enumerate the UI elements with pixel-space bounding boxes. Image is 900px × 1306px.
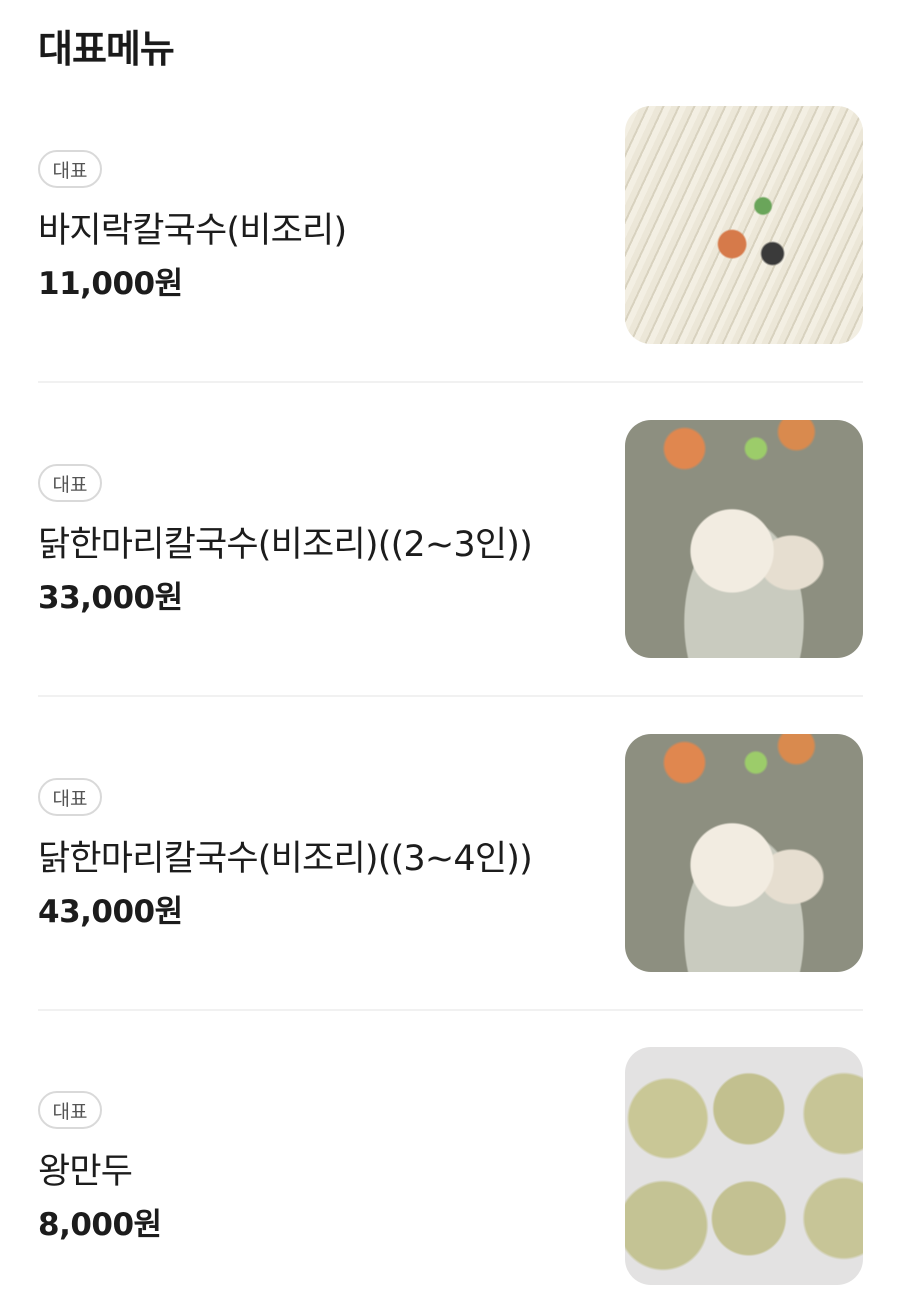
menu-item-price: 43,000원 <box>38 894 183 930</box>
menu-item-wang-mandu[interactable]: 대표 왕만두 8,000원 <box>38 1047 863 1287</box>
divider <box>38 381 863 383</box>
menu-item-name: 닭한마리칼국수(비조리)((2~3인)) <box>38 525 533 565</box>
menu-item-price: 8,000원 <box>38 1207 162 1243</box>
signature-badge: 대표 <box>38 464 102 502</box>
menu-item-chicken-kalguksu-2-3[interactable]: 대표 닭한마리칼국수(비조리)((2~3인)) 33,000원 <box>38 420 863 660</box>
menu-item-photo[interactable] <box>625 420 863 658</box>
menu-item-clam-kalguksu[interactable]: 대표 바지락칼국수(비조리) 11,000원 <box>38 106 863 346</box>
menu-item-price: 33,000원 <box>38 580 183 616</box>
signature-badge: 대표 <box>38 150 102 188</box>
menu-item-chicken-kalguksu-3-4[interactable]: 대표 닭한마리칼국수(비조리)((3~4인)) 43,000원 <box>38 734 863 974</box>
menu-item-name: 닭한마리칼국수(비조리)((3~4인)) <box>38 839 533 879</box>
section-title: 대표메뉴 <box>38 27 175 71</box>
menu-item-price: 11,000원 <box>38 266 183 302</box>
menu-item-photo[interactable] <box>625 106 863 344</box>
menu-item-name: 왕만두 <box>38 1152 133 1192</box>
divider <box>38 695 863 697</box>
divider <box>38 1009 863 1011</box>
menu-item-name: 바지락칼국수(비조리) <box>38 211 347 251</box>
signature-badge: 대표 <box>38 778 102 816</box>
menu-item-photo[interactable] <box>625 1047 863 1285</box>
menu-item-photo[interactable] <box>625 734 863 972</box>
signature-badge: 대표 <box>38 1091 102 1129</box>
